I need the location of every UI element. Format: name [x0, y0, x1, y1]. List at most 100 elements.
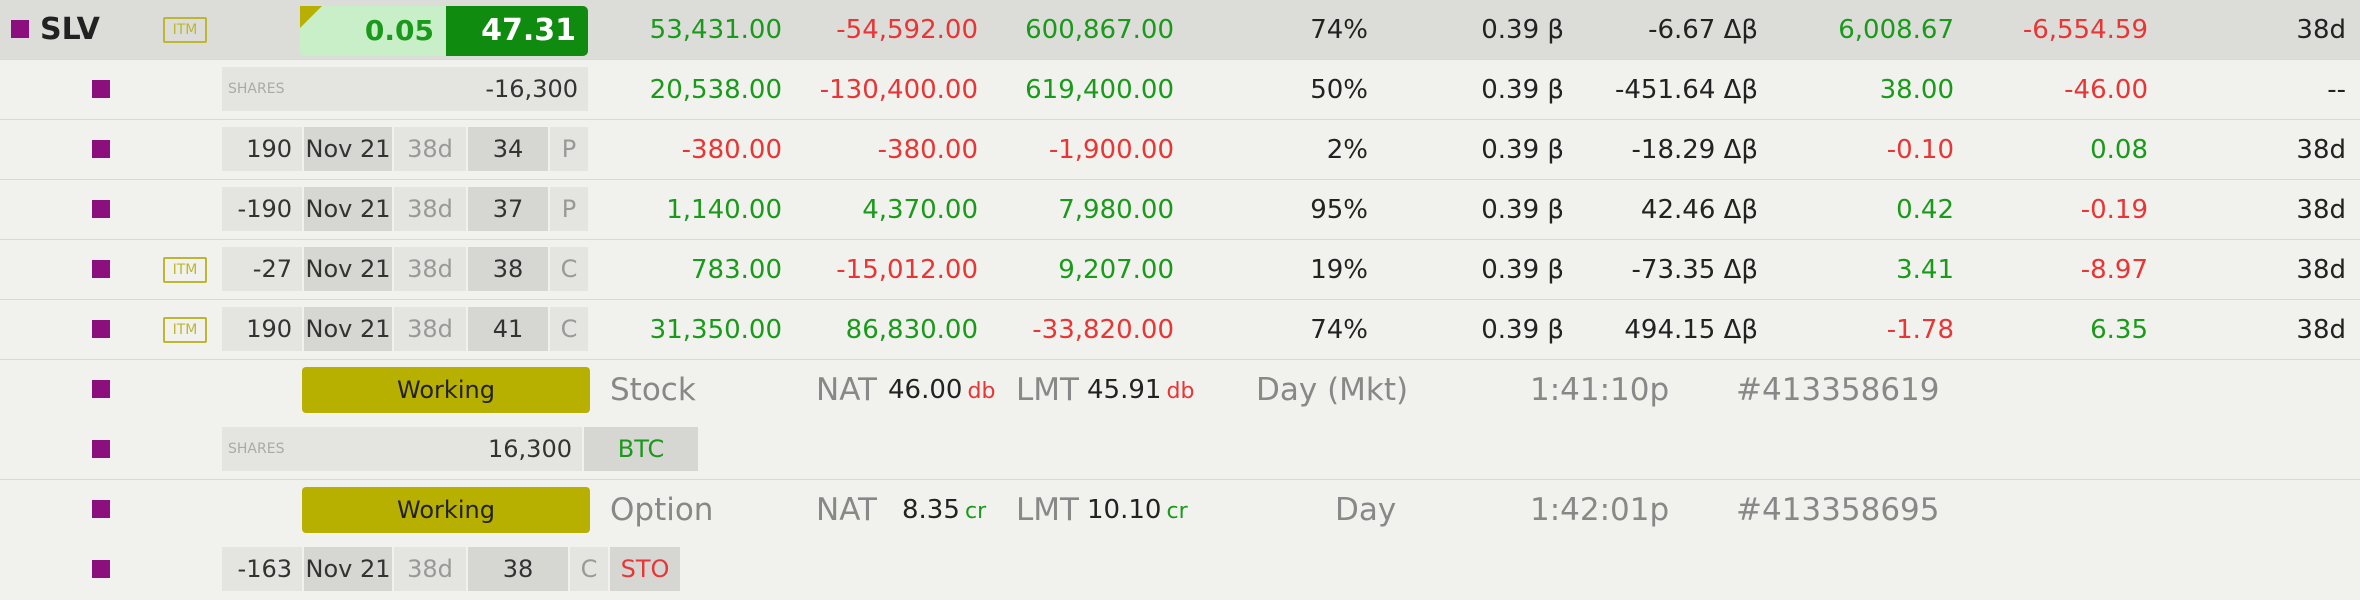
- shares-caption: SHARES: [228, 441, 285, 457]
- option-type: C: [570, 547, 608, 591]
- pct-col: 74%: [1310, 15, 1368, 45]
- order-leg-option[interactable]: -163 Nov 21 38d 38 C STO: [0, 540, 2360, 600]
- expiration: Nov 21: [304, 187, 392, 231]
- position-color-square: [92, 320, 110, 338]
- order-color-square: [92, 500, 110, 518]
- lmt-price-group: 45.91 db: [1087, 360, 1194, 423]
- underlying-row-slv[interactable]: SLV ITM 0.05 47.31 53,431.00 -54,592.00 …: [0, 0, 2360, 60]
- col-4: 3.41: [1896, 255, 1954, 285]
- delta-beta-col: -451.64 Δβ: [1615, 75, 1758, 105]
- col-4: 6,008.67: [1838, 15, 1954, 45]
- delta-beta-col: -18.29 Δβ: [1631, 135, 1758, 165]
- order-color-square: [92, 560, 110, 578]
- qty: 16,300: [488, 435, 572, 463]
- position-row-option[interactable]: -190 Nov 21 38d 37 P 1,140.00 4,370.00 7…: [0, 180, 2360, 240]
- beta-col: 0.39 β: [1481, 75, 1564, 105]
- position-row-option[interactable]: 190 Nov 21 38d 34 P -380.00 -380.00 -1,9…: [0, 120, 2360, 180]
- col-4: -0.10: [1886, 135, 1954, 165]
- option-type: C: [550, 247, 588, 291]
- order-action: BTC: [584, 427, 698, 471]
- col-1: 1,140.00: [666, 195, 782, 225]
- col-1: 783.00: [691, 255, 782, 285]
- order-leg-shares[interactable]: SHARES 16,300 BTC: [0, 420, 2360, 480]
- nat-price: 46.00: [888, 375, 963, 405]
- col-3: -33,820.00: [1032, 315, 1174, 345]
- nat-price: 8.35: [902, 495, 960, 525]
- col-5: -0.19: [2080, 195, 2148, 225]
- order-row-option[interactable]: Working Option NAT 8.35 cr LMT 10.10 cr …: [0, 480, 2360, 540]
- time-in-force: Day (Mkt): [1256, 372, 1409, 408]
- dte-col: 38d: [2296, 255, 2346, 285]
- position-row-shares[interactable]: SHARES -16,300 20,538.00 -130,400.00 619…: [0, 60, 2360, 120]
- days-to-exp: 38d: [394, 187, 466, 231]
- delta-beta-col: -6.67 Δβ: [1648, 15, 1758, 45]
- qty: -163: [222, 547, 302, 591]
- col-1: -380.00: [681, 135, 782, 165]
- col-1: 53,431.00: [649, 15, 782, 45]
- col-4: 0.42: [1896, 195, 1954, 225]
- beta-col: 0.39 β: [1481, 135, 1564, 165]
- position-color-square: [11, 20, 29, 38]
- qty: -190: [222, 187, 302, 231]
- order-status-button[interactable]: Working: [302, 487, 590, 533]
- col-3: 600,867.00: [1025, 15, 1174, 45]
- nat-unit: cr: [964, 499, 987, 524]
- col-3: 7,980.00: [1058, 195, 1174, 225]
- col-3: 619,400.00: [1025, 75, 1174, 105]
- col-1: 31,350.00: [649, 315, 782, 345]
- lmt-label: LMT: [1016, 372, 1079, 408]
- days-to-exp: 38d: [394, 127, 466, 171]
- order-time: 1:42:01p: [1530, 492, 1670, 528]
- col-3: 9,207.00: [1058, 255, 1174, 285]
- order-status-button[interactable]: Working: [302, 367, 590, 413]
- shares-box: SHARES -16,300: [222, 67, 588, 111]
- col-1: 20,538.00: [649, 75, 782, 105]
- nat-label: NAT: [816, 372, 877, 408]
- order-color-square: [92, 440, 110, 458]
- last-price: 47.31: [481, 13, 576, 48]
- lmt-label: LMT: [1016, 492, 1079, 528]
- order-row-stock[interactable]: Working Stock NAT 46.00 db LMT 45.91 db …: [0, 360, 2360, 420]
- pct-col: 2%: [1326, 135, 1368, 165]
- qty: 190: [222, 307, 302, 351]
- qty: -27: [222, 247, 302, 291]
- expiration: Nov 21: [304, 547, 392, 591]
- col-2: 86,830.00: [845, 315, 978, 345]
- beta-col: 0.39 β: [1481, 315, 1564, 345]
- days-to-exp: 38d: [394, 247, 466, 291]
- order-time: 1:41:10p: [1530, 372, 1670, 408]
- col-2: -380.00: [877, 135, 978, 165]
- col-3: -1,900.00: [1048, 135, 1174, 165]
- order-kind: Option: [610, 492, 714, 528]
- itm-badge: ITM: [163, 317, 207, 343]
- beta-col: 0.39 β: [1481, 255, 1564, 285]
- position-color-square: [92, 260, 110, 278]
- position-color-square: [92, 200, 110, 218]
- days-to-exp: 38d: [394, 547, 466, 591]
- col-5: 0.08: [2090, 135, 2148, 165]
- symbol-label: SLV: [40, 12, 100, 47]
- order-id: #413358695: [1736, 492, 1940, 528]
- expiration: Nov 21: [304, 247, 392, 291]
- strike: 38: [468, 247, 548, 291]
- strike: 38: [468, 547, 568, 591]
- last-price-box[interactable]: 47.31: [446, 6, 588, 56]
- col-5: -46.00: [2064, 75, 2148, 105]
- dte-col: 38d: [2296, 315, 2346, 345]
- lmt-price-group: 10.10 cr: [1087, 480, 1188, 543]
- position-row-option[interactable]: ITM -27 Nov 21 38d 38 C 783.00 -15,012.0…: [0, 240, 2360, 300]
- col-2: 4,370.00: [862, 195, 978, 225]
- col-5: -8.97: [2080, 255, 2148, 285]
- nat-price-group: 46.00 db: [888, 360, 995, 423]
- position-row-option[interactable]: ITM 190 Nov 21 38d 41 C 31,350.00 86,830…: [0, 300, 2360, 360]
- qty: 190: [222, 127, 302, 171]
- pct-col: 95%: [1310, 195, 1368, 225]
- lmt-price: 10.10: [1087, 495, 1162, 525]
- beta-col: 0.39 β: [1481, 195, 1564, 225]
- order-id: #413358619: [1736, 372, 1940, 408]
- nat-label: NAT: [816, 492, 877, 528]
- position-color-square: [92, 80, 110, 98]
- flag-corner-icon: [300, 6, 322, 28]
- expiration: Nov 21: [304, 307, 392, 351]
- delta-beta-col: 42.46 Δβ: [1640, 195, 1758, 225]
